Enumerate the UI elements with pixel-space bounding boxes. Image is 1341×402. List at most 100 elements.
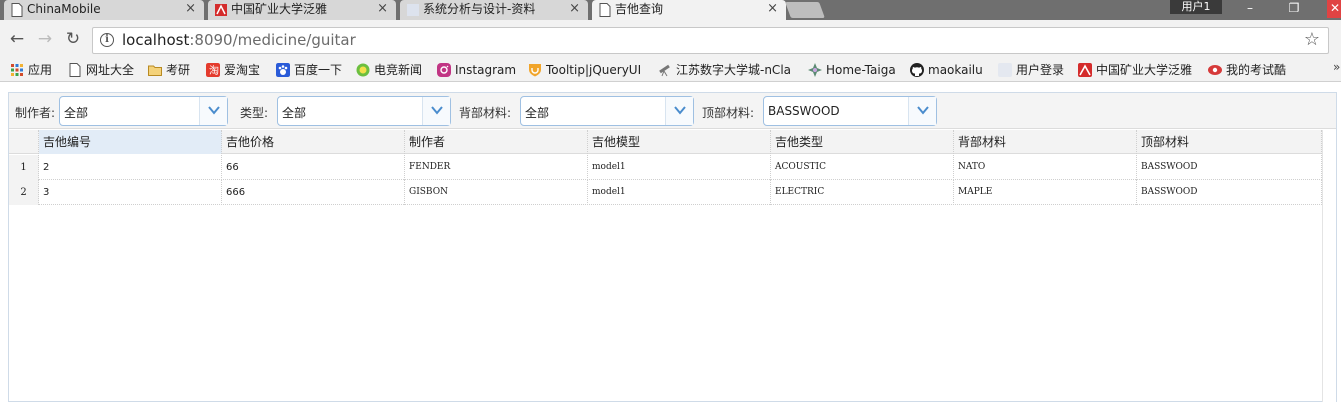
chevron-down-icon[interactable]	[422, 97, 450, 125]
builder-combobox[interactable]: 全部	[59, 96, 228, 126]
back-wood-combobox[interactable]: 全部	[520, 96, 694, 126]
table-row[interactable]: 2 3 666 GISBON model1 ELECTRIC MAPLE BAS…	[9, 180, 1322, 205]
bookmark-label: Home-Taiga	[826, 63, 896, 77]
cell-price[interactable]: 66	[222, 155, 405, 180]
grid-header: 吉他编号 吉他价格 制作者 吉他模型 吉他类型 背部材料 顶部材料	[9, 130, 1322, 154]
grid-scrollbar[interactable]	[1322, 130, 1336, 402]
column-header-top-wood[interactable]: 顶部材料	[1137, 130, 1322, 154]
bookmark-label: 爱淘宝	[224, 63, 261, 77]
close-icon[interactable]: ×	[569, 0, 580, 18]
combobox-value: 全部	[282, 106, 307, 120]
bookmark-kaoyan[interactable]: 考研	[148, 62, 190, 78]
guitar-query-panel: 制作者: 全部 类型: 全部 背部材料: 全部 顶部材料: BASSWOOD 吉…	[8, 92, 1337, 402]
bookmark-label: 应用	[28, 63, 53, 77]
cell-serial[interactable]: 2	[39, 155, 222, 180]
bookmark-kaoshiku[interactable]: 我的考试酷	[1208, 62, 1286, 78]
minimize-icon[interactable]: –	[1237, 0, 1263, 18]
back-arrow-icon[interactable]: ←	[8, 30, 26, 48]
cell-type[interactable]: ELECTRIC	[771, 180, 954, 205]
cell-price[interactable]: 666	[222, 180, 405, 205]
page-icon	[11, 3, 23, 17]
window-close-icon[interactable]: ✕	[1327, 0, 1341, 18]
info-icon[interactable]: i	[100, 33, 114, 47]
combobox-value: 全部	[525, 106, 550, 120]
bookmark-label: 中国矿业大学泛雅	[1096, 63, 1193, 77]
bookmark-baidu[interactable]: 百度一下	[276, 62, 342, 78]
filter-toolbar: 制作者: 全部 类型: 全部 背部材料: 全部 顶部材料: BASSWOOD	[9, 93, 1336, 129]
bookmark-maokailu[interactable]: maokailu	[910, 62, 983, 78]
close-icon[interactable]: ×	[767, 0, 778, 18]
tab-title: 中国矿业大学泛雅	[231, 2, 328, 16]
back-wood-filter-label: 背部材料:	[459, 106, 512, 120]
blank-favicon-icon	[998, 63, 1012, 77]
shield-icon	[529, 64, 541, 77]
column-header-builder[interactable]: 制作者	[405, 130, 588, 154]
tab-title: ChinaMobile	[27, 2, 101, 16]
bookmark-aitaobao[interactable]: 淘 爱淘宝	[206, 62, 260, 78]
column-header-model[interactable]: 吉他模型	[588, 130, 771, 154]
cell-model[interactable]: model1	[588, 180, 771, 205]
cell-serial[interactable]: 3	[39, 180, 222, 205]
bookmark-wangzhi[interactable]: 网址大全	[68, 62, 134, 78]
new-tab-button[interactable]	[785, 2, 825, 18]
bookmark-label: maokailu	[928, 63, 983, 77]
bookmark-esports[interactable]: 电竞新闻	[356, 62, 422, 78]
type-combobox[interactable]: 全部	[277, 96, 451, 126]
cell-type[interactable]: ACOUSTIC	[771, 155, 954, 180]
url-path: :8090/medicine/guitar	[189, 31, 356, 49]
tab-fanya[interactable]: 中国矿业大学泛雅 ×	[208, 0, 396, 20]
cell-model[interactable]: model1	[588, 155, 771, 180]
builder-filter-label: 制作者:	[15, 106, 56, 120]
profile-button[interactable]: 用户1	[1170, 0, 1222, 14]
bookmark-star-icon[interactable]: ☆	[1304, 29, 1320, 50]
close-icon[interactable]: ×	[185, 0, 196, 18]
table-row[interactable]: 1 2 66 FENDER model1 ACOUSTIC NATO BASSW…	[9, 155, 1322, 180]
chevron-down-icon[interactable]	[665, 97, 693, 125]
tab-chinamobile[interactable]: ChinaMobile ×	[4, 0, 204, 20]
close-icon[interactable]: ×	[377, 0, 388, 18]
kaoshiku-icon	[1208, 65, 1222, 75]
forward-arrow-icon[interactable]: →	[36, 30, 54, 48]
taiga-icon	[808, 63, 822, 77]
column-header-back-wood[interactable]: 背部材料	[954, 130, 1137, 154]
telescope-icon	[659, 64, 670, 77]
bookmark-tooltip-jqueryui[interactable]: Tooltip|jQueryUI	[528, 62, 641, 78]
bookmark-apps[interactable]: 应用	[10, 62, 52, 78]
bookmark-taiga[interactable]: Home-Taiga	[808, 62, 896, 78]
folder-icon	[148, 65, 162, 76]
cell-back-wood[interactable]: MAPLE	[954, 180, 1137, 205]
bookmark-instagram[interactable]: Instagram	[437, 62, 516, 78]
cell-top-wood[interactable]: BASSWOOD	[1137, 180, 1322, 205]
tab-guitar-query[interactable]: 吉他查询 ×	[592, 0, 786, 20]
cell-builder[interactable]: GISBON	[405, 180, 588, 205]
bookmark-user-login[interactable]: 用户登录	[998, 62, 1064, 78]
row-number: 2	[9, 180, 39, 205]
combobox-value: 全部	[64, 106, 89, 120]
chevron-down-icon[interactable]	[199, 97, 227, 125]
column-header-type[interactable]: 吉他类型	[771, 130, 954, 154]
address-bar[interactable]: i localhost:8090/medicine/guitar ☆	[92, 27, 1329, 54]
bookmark-jiangsu[interactable]: 江苏数字大学城-nCla	[658, 62, 794, 78]
top-wood-filter-label: 顶部材料:	[702, 106, 755, 120]
combobox-value: BASSWOOD	[768, 104, 840, 118]
cell-top-wood[interactable]: BASSWOOD	[1137, 155, 1322, 180]
chevron-down-icon[interactable]	[908, 97, 936, 125]
tab-title: 吉他查询	[615, 2, 664, 16]
reload-icon[interactable]: ↻	[64, 30, 82, 48]
column-header-price[interactable]: 吉他价格	[222, 130, 405, 154]
bookmarks-overflow-icon[interactable]: »	[1333, 60, 1340, 74]
github-icon	[910, 63, 924, 77]
tab-system-analysis[interactable]: 系统分析与设计-资料 ×	[400, 0, 588, 20]
bookmark-fanya[interactable]: 中国矿业大学泛雅	[1078, 62, 1192, 78]
maximize-icon[interactable]: ❐	[1281, 0, 1307, 18]
top-wood-combobox[interactable]: BASSWOOD	[763, 96, 937, 126]
svg-text:淘: 淘	[209, 64, 219, 77]
tab-title: 系统分析与设计-资料	[423, 2, 536, 16]
esports-icon	[356, 63, 370, 77]
url-text[interactable]: localhost:8090/medicine/guitar	[122, 31, 356, 49]
bookmark-label: Tooltip|jQueryUI	[546, 63, 642, 77]
cell-builder[interactable]: FENDER	[405, 155, 588, 180]
cell-back-wood[interactable]: NATO	[954, 155, 1137, 180]
bookmark-label: 网址大全	[86, 63, 135, 77]
column-header-serial[interactable]: 吉他编号	[39, 130, 222, 154]
